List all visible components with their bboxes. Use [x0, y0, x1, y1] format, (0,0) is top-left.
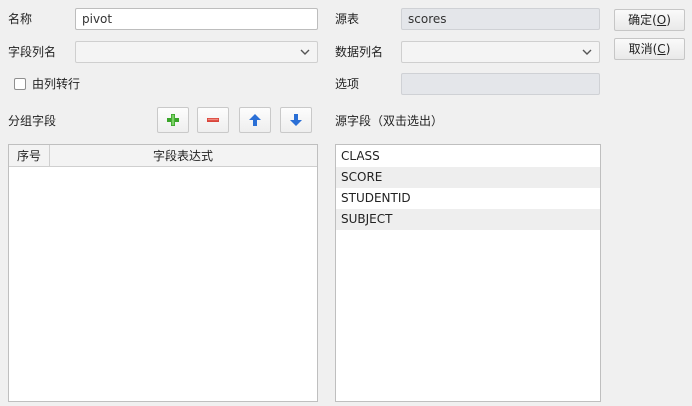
column-header-expression[interactable]: 字段表达式 — [153, 147, 213, 164]
source-field-item[interactable]: STUDENTID — [336, 188, 600, 209]
source-table-label: 源表 — [335, 12, 360, 26]
name-label: 名称 — [8, 12, 33, 26]
chevron-down-icon — [582, 49, 592, 55]
plus-icon — [167, 114, 179, 126]
cancel-button-accesskey: C — [657, 42, 666, 56]
move-up-button[interactable] — [239, 107, 271, 133]
minus-icon — [207, 118, 219, 122]
source-field-item[interactable]: SUBJECT — [336, 209, 600, 230]
move-down-button[interactable] — [280, 107, 312, 133]
source-field-item[interactable]: CLASS — [336, 146, 600, 167]
source-table-field: scores — [401, 8, 600, 30]
cancel-button-label: 取消( — [628, 42, 658, 56]
source-field-item[interactable]: SCORE — [336, 167, 600, 188]
column-divider — [49, 145, 50, 166]
name-input[interactable]: pivot — [75, 8, 318, 30]
ok-button-accesskey: O — [656, 13, 667, 27]
field-column-select[interactable] — [75, 41, 318, 63]
table-header: 序号 字段表达式 — [9, 145, 317, 167]
source-fields-list[interactable]: CLASS SCORE STUDENTID SUBJECT — [335, 144, 601, 402]
field-column-label: 字段列名 — [8, 45, 57, 59]
arrow-up-icon — [249, 114, 261, 126]
cancel-button[interactable]: 取消(C) — [614, 38, 685, 60]
ok-button[interactable]: 确定(O) — [614, 9, 685, 31]
add-field-button[interactable] — [157, 107, 189, 133]
arrow-down-icon — [290, 114, 302, 126]
source-fields-label: 源字段（双击选出） — [335, 114, 444, 128]
column-header-index[interactable]: 序号 — [17, 147, 41, 164]
cancel-button-label-tail: ) — [665, 42, 671, 56]
row-from-column-label: 由列转行 — [32, 77, 81, 91]
data-column-label: 数据列名 — [335, 45, 384, 59]
chevron-down-icon — [300, 49, 310, 55]
row-from-column-checkbox[interactable] — [14, 78, 26, 90]
ok-button-label-tail: ) — [666, 13, 671, 27]
options-field[interactable] — [401, 73, 600, 95]
ok-button-label: 确定( — [628, 13, 657, 27]
remove-field-button[interactable] — [197, 107, 229, 133]
data-column-select[interactable] — [401, 41, 600, 63]
group-fields-label: 分组字段 — [8, 114, 57, 128]
group-fields-table[interactable]: 序号 字段表达式 — [8, 144, 318, 402]
options-label: 选项 — [335, 77, 360, 91]
